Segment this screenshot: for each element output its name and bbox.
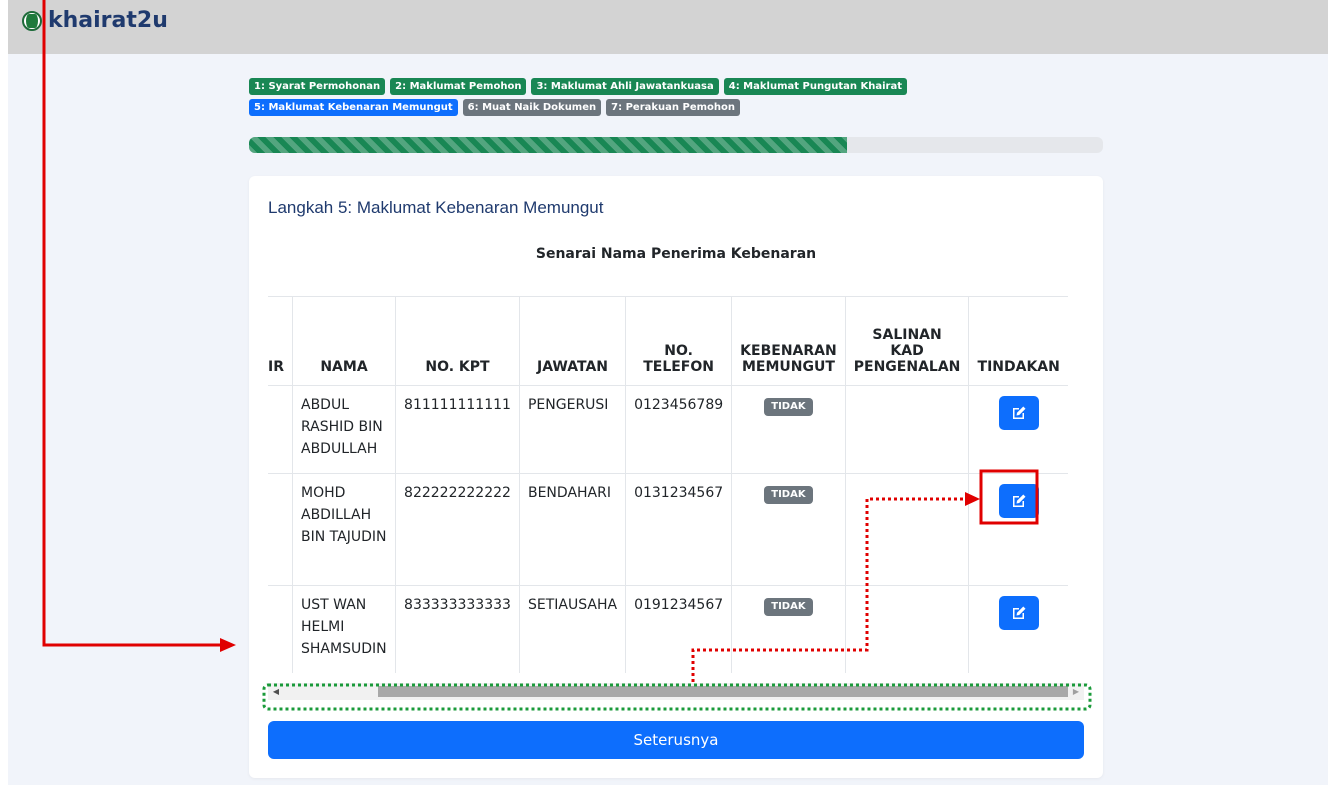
progress-bar <box>249 137 1103 153</box>
header-col-partial: ΙR <box>268 296 293 386</box>
status-badge: TIDAK <box>764 398 813 416</box>
cell-no-kpt: 822222222222 <box>395 473 520 586</box>
cell-kebenaran: TIDAK <box>731 473 846 586</box>
header-jawatan: JAWATAN <box>519 296 627 386</box>
edit-button[interactable] <box>998 396 1039 430</box>
cell-tindakan <box>968 473 1068 586</box>
status-badge: TIDAK <box>764 486 813 504</box>
progress-fill <box>249 137 847 153</box>
cell-jawatan: SETIAUSAHA <box>519 585 627 673</box>
next-button[interactable]: Seterusnya <box>268 721 1084 759</box>
cell-kebenaran: TIDAK <box>731 385 846 474</box>
cell-partial <box>268 385 293 474</box>
table-scroll-container[interactable]: ΙR NAMA NO. KPT JAWATAN NO. TELEFON KEBE… <box>268 296 1084 673</box>
status-badge: TIDAK <box>764 598 813 616</box>
form-card: Langkah 5: Maklumat Kebenaran Memungut S… <box>249 176 1103 778</box>
cell-no-telefon: 0191234567 <box>625 585 733 673</box>
step-badge-6: 6: Muat Naik Dokumen <box>462 99 602 116</box>
cell-tindakan <box>968 585 1068 673</box>
brand[interactable]: khairat2u <box>22 8 168 33</box>
recipients-table: ΙR NAMA NO. KPT JAWATAN NO. TELEFON KEBE… <box>268 296 1068 673</box>
cell-nama: ABDUL RASHID BIN ABDULLAH <box>292 385 397 474</box>
step-badge-3: 3: Maklumat Ahli Jawatankuasa <box>531 78 719 95</box>
cell-nama: MOHD ABDILLAH BIN TAJUDIN <box>292 473 397 586</box>
brand-name: khairat2u <box>48 8 168 33</box>
edit-square-icon <box>1012 406 1026 419</box>
header-salinan-kad-pengenalan: SALINAN KAD PENGENALAN <box>845 296 970 386</box>
cell-kebenaran: TIDAK <box>731 585 846 673</box>
scroll-right-arrow-icon[interactable]: ▶ <box>1070 683 1082 700</box>
cell-partial <box>268 473 293 586</box>
edit-square-icon <box>1012 606 1026 619</box>
cell-no-kpt: 833333333333 <box>395 585 520 673</box>
cell-no-telefon: 0131234567 <box>625 473 733 586</box>
horizontal-scrollbar[interactable]: ◀ ▶ <box>268 683 1084 700</box>
header-kebenaran-memungut: KEBENARAN MEMUNGUT <box>731 296 846 386</box>
header-no-kpt: NO. KPT <box>395 296 520 386</box>
scrollbar-thumb[interactable] <box>378 686 1068 697</box>
cell-nama: UST WAN HELMI SHAMSUDIN <box>292 585 397 673</box>
header-no-telefon: NO. TELEFON <box>625 296 733 386</box>
edit-button[interactable] <box>998 596 1039 630</box>
top-navbar: khairat2u <box>8 0 1328 54</box>
table-header-row: ΙR NAMA NO. KPT JAWATAN NO. TELEFON KEBE… <box>268 296 1068 386</box>
step-badge-4: 4: Maklumat Pungutan Khairat <box>723 78 907 95</box>
table-caption: Senarai Nama Penerima Kebenaran <box>535 246 817 262</box>
step-badge-1: 1: Syarat Permohonan <box>249 78 386 95</box>
main-content: 1: Syarat Permohonan 2: Maklumat Pemohon… <box>8 54 1328 785</box>
malaysia-crest-icon <box>22 10 42 31</box>
card-title: Langkah 5: Maklumat Kebenaran Memungut <box>268 198 604 217</box>
cell-no-kpt: 811111111111 <box>395 385 520 474</box>
cell-partial <box>268 585 293 673</box>
edit-square-icon <box>1012 494 1026 507</box>
table-row: MOHD ABDILLAH BIN TAJUDIN 822222222222 B… <box>268 473 1068 586</box>
step-badge-5: 5: Maklumat Kebenaran Memungut <box>249 99 458 116</box>
scroll-left-arrow-icon[interactable]: ◀ <box>270 683 282 700</box>
cell-salinan <box>845 473 970 586</box>
table-row: UST WAN HELMI SHAMSUDIN 833333333333 SET… <box>268 585 1068 673</box>
edit-button[interactable] <box>998 484 1039 518</box>
step-indicator: 1: Syarat Permohonan 2: Maklumat Pemohon… <box>249 78 1009 116</box>
header-nama: NAMA <box>292 296 397 386</box>
step-badge-2: 2: Maklumat Pemohon <box>390 78 527 95</box>
step-badge-7: 7: Perakuan Pemohon <box>606 99 740 116</box>
cell-salinan <box>845 585 970 673</box>
cell-jawatan: PENGERUSI <box>519 385 627 474</box>
cell-no-telefon: 0123456789 <box>625 385 733 474</box>
cell-jawatan: BENDAHARI <box>519 473 627 586</box>
cell-tindakan <box>968 385 1068 474</box>
header-tindakan: TINDAKAN <box>968 296 1068 386</box>
table-row: ABDUL RASHID BIN ABDULLAH 811111111111 P… <box>268 385 1068 474</box>
cell-salinan <box>845 385 970 474</box>
